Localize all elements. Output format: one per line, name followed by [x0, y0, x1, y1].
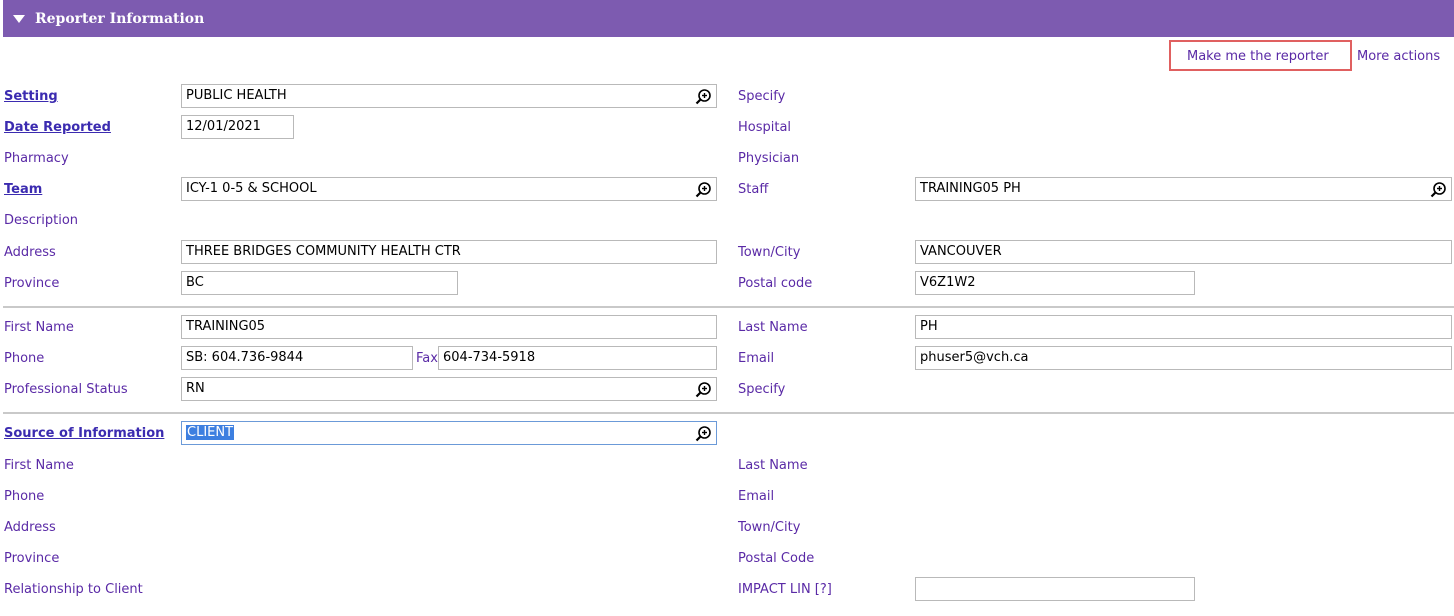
date-reported-field[interactable]: 12/01/2021: [181, 115, 294, 139]
lookup-icon[interactable]: [695, 425, 712, 442]
postal-code-label: Postal code: [738, 276, 813, 291]
collapse-triangle-icon[interactable]: [13, 14, 25, 23]
town-city-label: Town/City: [738, 245, 801, 260]
phone-value: SB: 604.736-9844: [186, 350, 304, 365]
staff-field[interactable]: TRAINING05 PH: [915, 177, 1452, 201]
first-name-label: First Name: [4, 320, 74, 335]
source-province-label: Province: [4, 551, 60, 566]
last-name-label: Last Name: [738, 320, 808, 335]
province-label: Province: [4, 276, 60, 291]
source-of-information-value: CLIENT: [186, 425, 235, 440]
source-address-label: Address: [4, 520, 56, 535]
address-field[interactable]: THREE BRIDGES COMMUNITY HEALTH CTR: [181, 240, 717, 264]
last-name-field[interactable]: PH: [915, 315, 1452, 339]
postal-code-field[interactable]: V6Z1W2: [915, 271, 1195, 295]
description-label: Description: [4, 213, 79, 228]
professional-status-label: Professional Status: [4, 382, 128, 397]
phone-field[interactable]: SB: 604.736-9844: [181, 346, 413, 370]
phone-label: Phone: [4, 351, 45, 366]
pharmacy-label: Pharmacy: [4, 151, 69, 166]
source-first-name-label: First Name: [4, 458, 74, 473]
date-reported-label[interactable]: Date Reported: [4, 120, 111, 135]
lookup-icon[interactable]: [1430, 181, 1447, 198]
lookup-icon[interactable]: [695, 381, 712, 398]
fax-value: 604-734-5918: [443, 350, 536, 365]
email-field[interactable]: phuser5@vch.ca: [915, 346, 1452, 370]
lookup-icon[interactable]: [695, 181, 712, 198]
more-actions-link[interactable]: More actions: [1357, 49, 1440, 64]
address-label: Address: [4, 245, 56, 260]
last-name-value: PH: [920, 319, 938, 334]
source-phone-label: Phone: [4, 489, 45, 504]
section-header[interactable]: Reporter Information: [3, 0, 1454, 37]
team-label[interactable]: Team: [4, 182, 42, 197]
source-of-information-label[interactable]: Source of Information: [4, 426, 164, 441]
date-reported-value: 12/01/2021: [186, 119, 261, 134]
province-field[interactable]: BC: [181, 271, 458, 295]
divider: [3, 412, 1454, 414]
impact-lin-field[interactable]: [915, 577, 1195, 601]
source-last-name-label: Last Name: [738, 458, 808, 473]
email-value: phuser5@vch.ca: [920, 350, 1029, 365]
town-city-field[interactable]: VANCOUVER: [915, 240, 1452, 264]
staff-label: Staff: [738, 182, 769, 197]
section-title: Reporter Information: [35, 10, 205, 27]
setting-field[interactable]: PUBLIC HEALTH: [181, 84, 717, 108]
town-city-value: VANCOUVER: [920, 244, 1002, 259]
first-name-value: TRAINING05: [186, 319, 266, 334]
physician-label: Physician: [738, 151, 800, 166]
specify-label-2: Specify: [738, 382, 786, 397]
specify-label: Specify: [738, 89, 786, 104]
lookup-icon[interactable]: [695, 88, 712, 105]
professional-status-field[interactable]: RN: [181, 377, 717, 401]
setting-value: PUBLIC HEALTH: [186, 88, 287, 103]
fax-label: Fax: [416, 351, 438, 366]
team-value: ICY-1 0-5 & SCHOOL: [186, 181, 317, 196]
staff-value: TRAINING05 PH: [920, 181, 1021, 196]
source-email-label: Email: [738, 489, 775, 504]
divider: [3, 306, 1454, 308]
source-postal-code-label: Postal Code: [738, 551, 815, 566]
hospital-label: Hospital: [738, 120, 792, 135]
relationship-label: Relationship to Client: [4, 582, 143, 597]
postal-code-value: V6Z1W2: [920, 275, 976, 290]
first-name-field[interactable]: TRAINING05: [181, 315, 717, 339]
province-value: BC: [186, 275, 204, 290]
impact-lin-label[interactable]: IMPACT LIN [?]: [738, 582, 832, 597]
make-me-reporter-link[interactable]: Make me the reporter: [1187, 49, 1329, 64]
email-label: Email: [738, 351, 775, 366]
source-town-city-label: Town/City: [738, 520, 801, 535]
fax-field[interactable]: 604-734-5918: [438, 346, 717, 370]
professional-status-value: RN: [186, 381, 205, 396]
team-field[interactable]: ICY-1 0-5 & SCHOOL: [181, 177, 717, 201]
setting-label[interactable]: Setting: [4, 89, 58, 104]
address-value: THREE BRIDGES COMMUNITY HEALTH CTR: [186, 244, 461, 259]
source-of-information-field[interactable]: CLIENT: [181, 421, 717, 445]
